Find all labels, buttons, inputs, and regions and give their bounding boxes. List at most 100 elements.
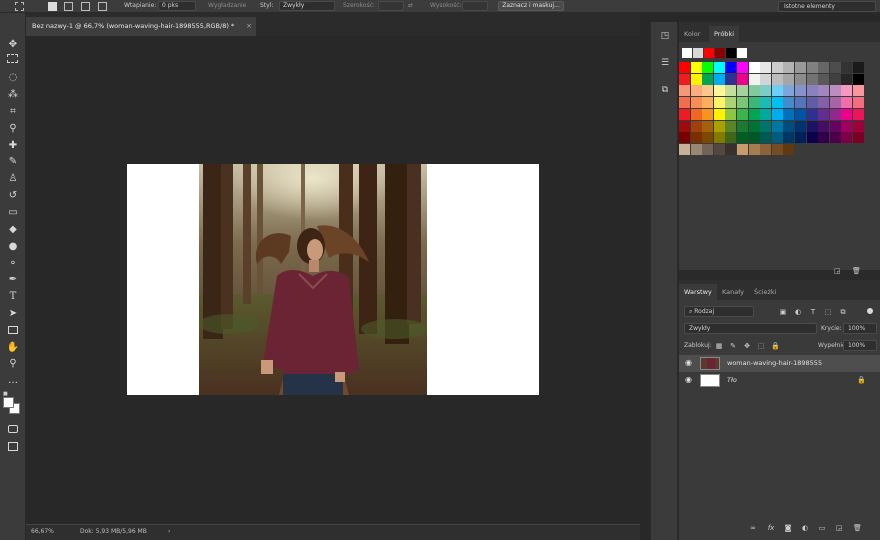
color-swatch[interactable] [737,73,748,85]
color-swatch[interactable] [829,120,841,132]
color-swatch[interactable] [806,120,818,132]
color-swatch[interactable] [771,120,783,132]
rectangular-marquee-tool-icon[interactable] [7,54,18,63]
woman-waving-hair-photo[interactable] [199,164,427,395]
magic-wand-tool-icon[interactable]: ⁂ [6,87,20,101]
lock-position-icon[interactable]: ✥ [743,342,751,350]
color-swatch[interactable] [818,132,830,144]
color-swatch[interactable] [702,73,714,85]
color-swatch[interactable] [679,73,690,85]
color-swatch[interactable] [818,73,830,85]
color-swatch[interactable] [853,97,864,109]
pen-tool-icon[interactable]: ✒ [6,272,20,286]
color-swatch[interactable] [795,73,806,85]
color-swatch[interactable] [725,143,737,155]
color-swatch[interactable] [702,108,714,120]
color-swatch[interactable] [748,108,760,120]
layer-name[interactable]: Tło [727,376,737,384]
color-swatch[interactable] [829,108,841,120]
tab-color[interactable]: Kolor [679,26,705,42]
rectangle-tool-icon[interactable] [6,323,20,337]
color-swatch[interactable] [690,73,702,85]
color-swatch[interactable] [679,62,690,73]
color-swatch[interactable] [853,85,864,97]
color-swatch[interactable] [841,132,853,144]
color-swatch[interactable] [748,120,760,132]
color-swatch[interactable] [690,132,702,144]
learn-panel-icon[interactable]: ◳ [658,31,672,45]
color-swatch[interactable] [737,97,748,109]
intersect-selection-icon[interactable] [98,2,107,11]
color-swatch[interactable] [818,62,830,73]
color-swatch[interactable] [760,62,772,73]
move-tool-icon[interactable]: ✥ [6,37,20,51]
adjustments-panel-icon[interactable]: ☰ [658,58,672,72]
color-swatch[interactable] [690,97,702,109]
color-swatch[interactable] [713,132,725,144]
color-swatch[interactable] [806,132,818,144]
color-swatch[interactable] [806,108,818,120]
color-swatch[interactable] [725,62,737,73]
filter-pixel-icon[interactable]: ▣ [779,308,787,316]
tab-paths[interactable]: Ścieżki [749,284,782,300]
libraries-panel-icon[interactable]: ⧉ [658,85,672,99]
color-swatch[interactable] [841,62,853,73]
color-swatch[interactable] [806,73,818,85]
history-brush-tool-icon[interactable]: ↺ [6,188,20,202]
color-swatch[interactable] [760,97,772,109]
lasso-tool-icon[interactable]: ◌ [6,70,20,84]
color-swatch[interactable] [771,62,783,73]
new-layer-icon[interactable]: ◲ [835,524,843,532]
dodge-tool-icon[interactable]: ⚬ [6,256,20,270]
color-swatch[interactable] [771,132,783,144]
color-swatch[interactable] [783,85,795,97]
subtract-selection-icon[interactable] [81,2,90,11]
color-swatch[interactable] [725,120,737,132]
layer-row[interactable]: ◉ woman-waving-hair-1898555 [679,355,880,372]
zoom-tool-icon[interactable]: ⚲ [6,356,20,370]
swap-icon[interactable]: ⇄ [408,2,413,9]
color-swatch[interactable] [783,62,795,73]
color-swatch[interactable] [853,73,864,85]
color-swatch[interactable] [702,85,714,97]
color-swatch[interactable] [702,62,714,73]
color-swatch[interactable] [737,85,748,97]
color-swatch[interactable] [713,62,725,73]
color-swatch[interactable] [679,132,690,144]
color-swatch[interactable] [702,132,714,144]
filter-adjustment-icon[interactable]: ◐ [794,308,802,316]
color-swatch[interactable] [829,85,841,97]
color-swatch[interactable] [748,97,760,109]
eraser-tool-icon[interactable]: ▭ [6,205,20,219]
color-swatch[interactable] [795,62,806,73]
lock-transparent-icon[interactable]: ▦ [715,342,723,350]
color-swatch[interactable] [771,97,783,109]
path-selection-tool-icon[interactable]: ➤ [6,306,20,320]
marquee-tool-icon[interactable] [15,2,24,11]
color-swatch[interactable] [760,132,772,144]
color-swatch[interactable] [760,108,772,120]
hand-tool-icon[interactable]: ✋ [6,340,20,354]
color-swatch[interactable] [841,85,853,97]
layer-name[interactable]: woman-waving-hair-1898555 [727,359,822,367]
color-swatch[interactable] [748,143,760,155]
lock-pixels-icon[interactable]: ✎ [729,342,737,350]
color-swatch[interactable] [760,120,772,132]
visibility-eye-icon[interactable]: ◉ [685,376,694,384]
recent-swatch[interactable] [715,48,725,58]
color-swatch[interactable] [760,85,772,97]
color-swatch[interactable] [748,132,760,144]
color-swatch[interactable] [795,85,806,97]
color-swatch[interactable] [725,73,737,85]
eyedropper-tool-icon[interactable]: ⚲ [6,121,20,135]
color-swatch[interactable] [783,97,795,109]
opacity-input[interactable]: 100% [843,323,877,334]
color-swatch[interactable] [690,108,702,120]
color-swatch[interactable] [702,143,714,155]
color-swatch[interactable] [818,85,830,97]
quick-mask-icon[interactable] [6,422,20,436]
color-swatch[interactable] [725,97,737,109]
add-selection-icon[interactable] [64,2,73,11]
color-swatch[interactable] [853,132,864,144]
filter-shape-icon[interactable]: ⬚ [824,308,832,316]
